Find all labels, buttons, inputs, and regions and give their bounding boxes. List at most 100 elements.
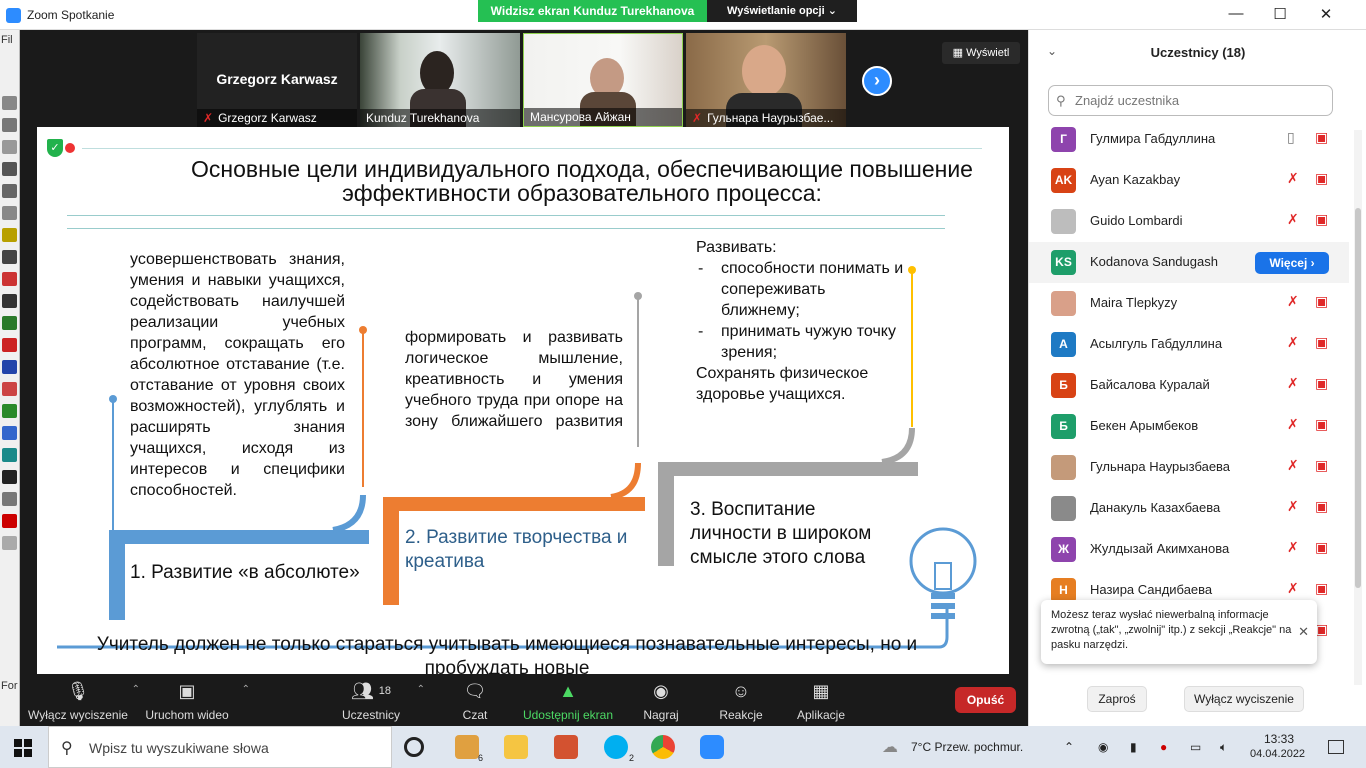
maximize-icon[interactable]: ☐: [1270, 5, 1290, 25]
taskbar-search-placeholder: Wpisz tu wyszukiwane słowa: [89, 740, 269, 756]
video-off-icon: ▣: [1315, 334, 1329, 350]
participant-count: 18: [378, 685, 392, 697]
file-explorer-icon[interactable]: [504, 735, 528, 759]
chevron-up-icon[interactable]: ⌃: [132, 684, 140, 695]
battery-icon[interactable]: ▮: [1130, 740, 1137, 754]
grid-view-icon: ▦: [952, 47, 967, 59]
pencil-icon: [2, 272, 17, 286]
view-options-button[interactable]: Wyświetlanie opcji ⌄: [707, 0, 857, 22]
participant-row[interactable]: А Асылгуль Габдуллина ✗ ▣: [1029, 324, 1349, 365]
search-icon: ⚲: [61, 740, 73, 757]
clock-date[interactable]: 04.04.2022: [1250, 748, 1305, 760]
participant-row[interactable]: Б Бекен Арымбеков ✗ ▣: [1029, 406, 1349, 447]
avatar: [1051, 291, 1076, 316]
avatar: Б: [1051, 414, 1076, 439]
participant-row[interactable]: AK Ayan Kazakbay ✗ ▣: [1029, 160, 1349, 201]
chevron-up-icon[interactable]: ⌃: [242, 684, 250, 695]
participant-row[interactable]: Данакуль Казахбаева ✗ ▣: [1029, 488, 1349, 529]
connector-dot-1: [109, 395, 117, 403]
control-label: Nagraj: [643, 708, 679, 722]
notifications-icon[interactable]: [1328, 740, 1344, 754]
participant-row[interactable]: Гульнара Наурызбаева ✗ ▣: [1029, 447, 1349, 488]
chevron-up-icon[interactable]: ⌃: [1064, 740, 1074, 754]
invite-button[interactable]: Zaproś: [1087, 686, 1147, 712]
step-label-2: 2. Развитие творчества и креатива: [405, 527, 628, 572]
avatar: А: [1051, 332, 1076, 357]
reactions-button[interactable]: ☺ Reakcje: [710, 680, 772, 722]
start-video-button[interactable]: ▣ Uruchom wideo ⌃: [140, 680, 250, 722]
more-button[interactable]: Więcej ›: [1255, 252, 1329, 274]
volume-icon[interactable]: 🔈︎: [1220, 740, 1227, 755]
video-tile-gulnara[interactable]: ✗ Гульнара Наурызбае...: [686, 33, 846, 127]
video-off-icon: ▣: [1315, 293, 1329, 309]
video-tile-aizhan[interactable]: Мансурова Айжан: [523, 33, 683, 127]
network-icon[interactable]: ◉: [1098, 740, 1108, 754]
windows-start-icon[interactable]: [14, 739, 32, 757]
video-off-icon: ▣: [1315, 170, 1329, 186]
step-curve-orange: [610, 462, 641, 500]
meeting-view: Grzegorz Karwasz ✗ Grzegorz Karwasz Kundu…: [20, 30, 1028, 726]
participant-row[interactable]: Maira Tlepkyzy ✗ ▣: [1029, 283, 1349, 324]
video-tile-kunduz[interactable]: Kunduz Turekhanova: [360, 33, 520, 127]
video-off-icon: ▣: [1315, 539, 1329, 555]
unmute-button[interactable]: 🎙︎ Wyłącz wyciszenie ⌃: [28, 680, 140, 722]
chat-button[interactable]: 🗨︎ Czat: [450, 680, 500, 722]
step-label-3: 3. Воспитание личности в широком смысле …: [690, 499, 872, 568]
participant-search-input[interactable]: ⚲ Znajdź uczestnika: [1048, 85, 1333, 116]
participant-list-scrollbar[interactable]: [1354, 130, 1362, 685]
next-page-button[interactable]: ›: [862, 66, 892, 96]
chevron-up-icon[interactable]: ⌃: [417, 684, 425, 695]
clock-time[interactable]: 13:33: [1264, 732, 1294, 746]
participants-button[interactable]: 👥︎ 18 Uczestnicy ⌃: [335, 680, 425, 722]
cortana-icon[interactable]: [404, 737, 424, 757]
step-bar-orange: [383, 497, 645, 511]
select-icon: [2, 206, 17, 220]
goal-text-3: Развивать: - способности понимать и сопер…: [696, 237, 906, 405]
share-screen-button[interactable]: ▲ Udostępnij ekran: [518, 680, 618, 722]
view-button[interactable]: ▦ Wyświetl: [942, 42, 1020, 64]
participant-name: Данакуль Казахбаева: [1090, 500, 1221, 515]
close-icon[interactable]: ✕: [1298, 624, 1309, 639]
avatar: KS: [1051, 250, 1076, 275]
minimize-icon[interactable]: —: [1226, 5, 1246, 25]
shared-screen-slide: ✓ Основные цели индивидуального подхода,…: [37, 127, 1009, 679]
microphone-muted-icon: ✗: [1287, 170, 1299, 186]
scrollbar-thumb[interactable]: [1355, 208, 1361, 588]
participant-row[interactable]: Г Гулмира Габдуллина ▯ ▣: [1029, 119, 1349, 160]
participant-row[interactable]: Guido Lombardi ✗ ▣: [1029, 201, 1349, 242]
crop-icon: [2, 162, 17, 176]
participant-row[interactable]: KS Kodanova Sandugash Więcej ›: [1029, 242, 1349, 283]
step-label-1: 1. Развитие «в абсолюте»: [130, 562, 360, 583]
apps-button[interactable]: ▦ Aplikacje: [790, 680, 852, 722]
line-icon: [2, 492, 17, 506]
unmute-all-button[interactable]: Wyłącz wyciszenie: [1184, 686, 1304, 712]
control-label: Reakcje: [719, 708, 763, 722]
participant-name: Асылгуль Габдуллина: [1090, 336, 1223, 351]
bucket-icon: [2, 426, 17, 440]
participant-row[interactable]: Ж Жулдызай Акимханова ✗ ▣: [1029, 529, 1349, 570]
zoom-taskbar-icon[interactable]: [700, 735, 724, 759]
avatar: [1051, 496, 1076, 521]
taskbar-search-input[interactable]: ⚲ Wpisz tu wyszukiwane słowa: [48, 726, 392, 768]
skype-icon[interactable]: 2: [604, 735, 634, 763]
gradient-icon: [2, 404, 17, 418]
security-tray-icon[interactable]: ●: [1160, 740, 1167, 754]
app-badge: 6: [477, 753, 483, 763]
zoom-app-icon: [6, 8, 21, 23]
avatar: [1051, 455, 1076, 480]
video-tile-grzegorz[interactable]: Grzegorz Karwasz ✗ Grzegorz Karwasz: [197, 33, 357, 127]
powerpoint-icon[interactable]: [554, 735, 578, 759]
background-app-text: Fil: [1, 34, 13, 46]
chrome-icon[interactable]: [651, 735, 675, 759]
display-icon[interactable]: ▭: [1190, 740, 1201, 754]
close-icon[interactable]: ✕: [1316, 5, 1336, 25]
goal-3-item-text: способности понимать и сопереживать ближ…: [721, 260, 904, 319]
avatar: Г: [1051, 127, 1076, 152]
leave-button[interactable]: Opuść: [955, 687, 1016, 713]
pen-icon: [2, 294, 17, 308]
weather-text[interactable]: 7°C Przew. pochmur.: [911, 740, 1023, 754]
record-button[interactable]: ◉ Nagraj: [634, 680, 688, 722]
tile-name: Grzegorz Karwasz: [218, 111, 317, 125]
participant-row[interactable]: Б Байсалова Куралай ✗ ▣: [1029, 365, 1349, 406]
paint-app-icon[interactable]: 6: [455, 735, 483, 763]
